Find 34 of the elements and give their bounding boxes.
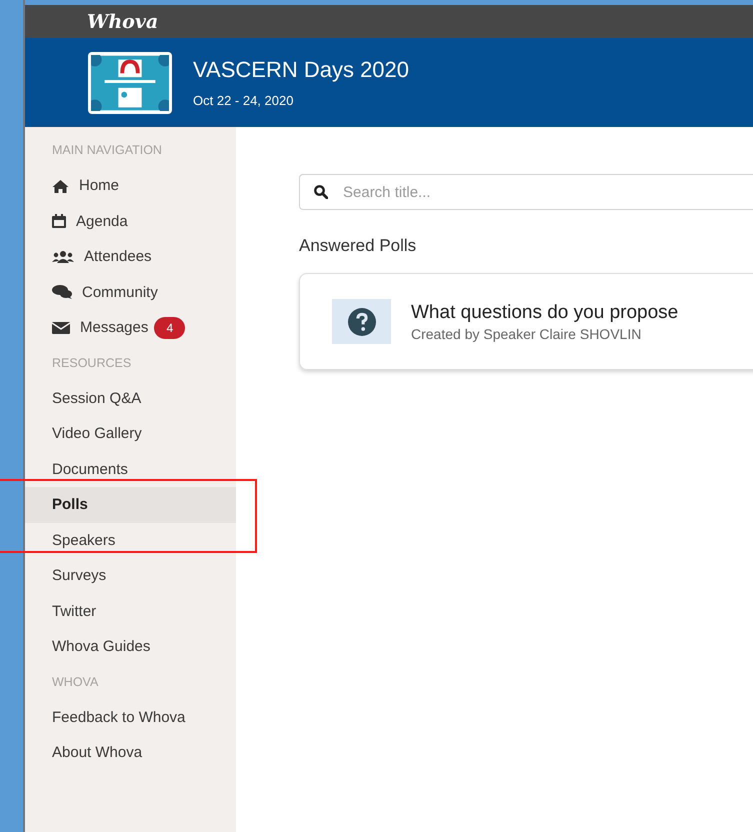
event-dates: Oct 22 - 24, 2020: [193, 93, 294, 108]
poll-question: What questions do you propose: [411, 302, 678, 324]
nav-item[interactable]: Twitter: [25, 594, 236, 629]
section-title: Answered Polls: [299, 236, 418, 256]
poll-author: Created by Speaker Claire SHOVLIN: [411, 326, 642, 342]
nav-item[interactable]: Community: [25, 274, 236, 310]
home-icon: [52, 178, 69, 193]
nav-item[interactable]: Polls: [25, 487, 236, 522]
event-title: VASCERN Days 2020: [193, 57, 410, 83]
section-heading: RESOURCES: [51, 354, 132, 372]
nav-item[interactable]: Video Gallery: [25, 416, 236, 452]
nav-item[interactable]: About Whova: [25, 735, 236, 770]
nav-item[interactable]: Speakers: [25, 522, 236, 558]
search-icon: [314, 185, 328, 199]
nav-item[interactable]: Feedback to Whova: [25, 700, 236, 735]
envelope-icon: [52, 322, 70, 334]
nav-item[interactable]: Messages 4: [25, 310, 236, 346]
chat-bubbles-icon: [52, 285, 72, 300]
search-field[interactable]: Search title...: [299, 174, 753, 210]
unread-count-badge: 4: [154, 316, 186, 339]
nav-item[interactable]: Attendees: [25, 239, 236, 274]
question-icon: [332, 299, 391, 344]
nav-item[interactable]: Surveys: [25, 558, 236, 594]
users-icon: [52, 250, 74, 263]
nav-item[interactable]: Agenda: [25, 204, 236, 239]
section-heading: WHOVA: [51, 674, 100, 690]
nav-item[interactable]: Whova Guides: [25, 629, 236, 664]
poll-card[interactable]: What questions do you propose Created by Speaker Claire SHOVLIN: [299, 273, 753, 370]
nav-item[interactable]: Documents: [25, 452, 236, 487]
nav-item[interactable]: Session Q&A: [25, 380, 236, 416]
calendar-icon: [52, 214, 66, 228]
nav-item[interactable]: Home: [25, 168, 236, 204]
brand-logo: Whova: [87, 10, 158, 32]
section-heading: MAIN NAVIGATION: [51, 142, 163, 159]
